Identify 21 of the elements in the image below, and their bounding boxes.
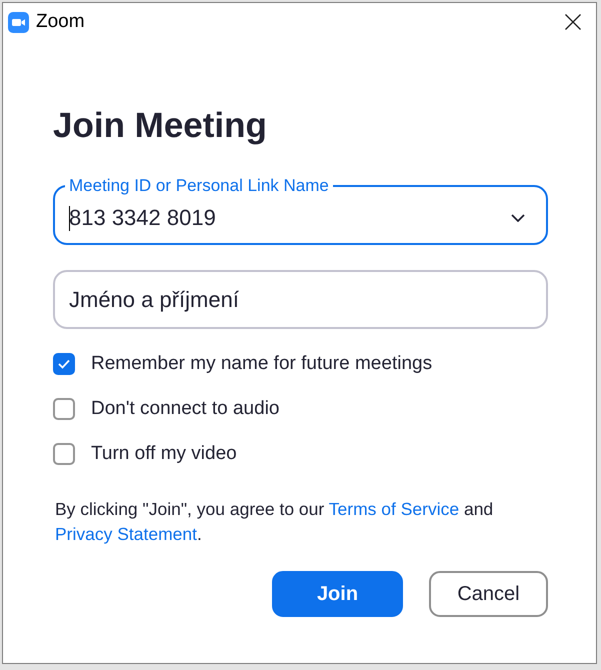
legal-link[interactable]: Privacy Statement xyxy=(55,524,197,544)
checkbox[interactable] xyxy=(53,443,75,465)
video-camera-icon xyxy=(8,12,29,32)
field-label: Meeting ID or Personal Link Name xyxy=(68,176,330,196)
checkbox[interactable] xyxy=(53,398,75,420)
join-button[interactable]: Join xyxy=(272,571,403,617)
checkbox-label: Don't connect to audio xyxy=(91,398,280,420)
name-field[interactable]: Jméno a příjmení xyxy=(53,270,548,329)
text-cursor xyxy=(69,206,70,230)
legal-link[interactable]: Terms of Service xyxy=(328,499,460,519)
window-title: Zoom xyxy=(36,11,85,33)
checkbox-label: Turn off my video xyxy=(91,443,237,465)
checkmark-icon xyxy=(58,359,70,369)
chevron-down-icon[interactable] xyxy=(511,214,525,222)
terms-notice: By clicking "Join", you agree to our Terms of Service and Privacy Statement. xyxy=(55,498,494,546)
close-icon[interactable] xyxy=(565,14,581,30)
meeting-id-field[interactable]: Meeting ID or Personal Link Name 813 3342 8019 xyxy=(53,176,548,245)
checkbox-label: Remember my name for future meetings xyxy=(91,353,432,375)
checkbox[interactable] xyxy=(53,353,75,375)
dialog-heading: Join Meeting xyxy=(53,105,268,147)
cancel-button[interactable]: Cancel xyxy=(429,571,548,617)
